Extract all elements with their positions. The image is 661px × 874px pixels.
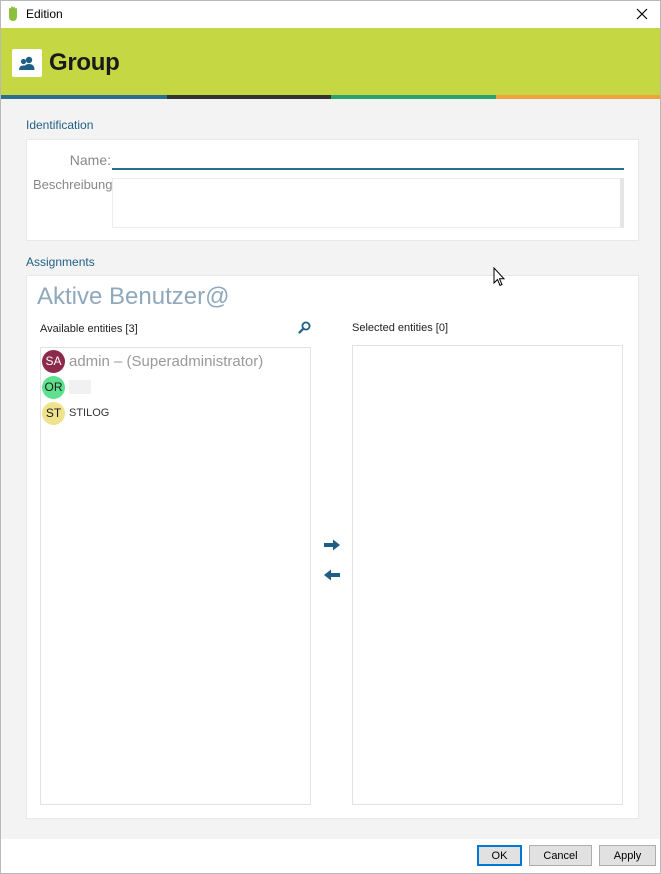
name-label: Name:: [69, 152, 111, 168]
add-selection-button[interactable]: [322, 537, 342, 553]
cancel-button[interactable]: Cancel: [529, 845, 592, 866]
page-title: Group: [49, 49, 120, 76]
name-input[interactable]: [112, 148, 624, 170]
entity-name: admin – (Superadministrator): [69, 352, 264, 370]
hand-icon: [9, 6, 17, 21]
assignments-section-label: Assignments: [26, 255, 95, 269]
available-entities-list[interactable]: SA admin – (Superadministrator) OR ST ST…: [40, 347, 311, 805]
arrow-left-icon: [324, 569, 340, 581]
search-icon[interactable]: [298, 321, 311, 334]
entity-name: STILOG: [69, 407, 110, 419]
avatar: OR: [42, 375, 65, 399]
arrow-right-icon: [324, 539, 340, 551]
available-entities-header: Available entities [3]: [40, 323, 138, 335]
window-title: Edition: [26, 7, 63, 21]
assignments-title: Aktive Benutzer@: [37, 283, 230, 310]
ok-button[interactable]: OK: [477, 845, 522, 866]
avatar: ST: [42, 401, 65, 425]
list-item[interactable]: ST STILOG: [42, 401, 109, 425]
description-field[interactable]: [112, 178, 624, 228]
group-icon-box: [12, 49, 42, 77]
user-group-icon: [19, 56, 35, 70]
identification-panel: Name: Beschreibung:: [26, 139, 639, 241]
selected-entities-header: Selected entities [0]: [352, 322, 449, 334]
close-icon: [636, 8, 648, 20]
title-bar: Edition: [1, 1, 660, 28]
list-item[interactable]: OR: [42, 375, 91, 399]
remove-selection-button[interactable]: [322, 567, 342, 583]
avatar: SA: [42, 349, 65, 373]
entity-name: [69, 380, 91, 394]
list-item[interactable]: SA admin – (Superadministrator): [42, 349, 263, 373]
close-button[interactable]: [630, 3, 654, 25]
mouse-cursor-icon: [493, 267, 505, 287]
identification-section-label: Identification: [26, 118, 94, 132]
dialog-content: Identification Name: Beschreibung: Assig…: [1, 99, 660, 839]
edition-dialog: Edition Group Identification Name: Besch…: [0, 0, 661, 874]
apply-button[interactable]: Apply: [599, 845, 656, 866]
header-banner: Group: [1, 28, 660, 95]
selected-entities-list[interactable]: [352, 345, 623, 805]
description-label: Beschreibung:: [33, 177, 117, 192]
